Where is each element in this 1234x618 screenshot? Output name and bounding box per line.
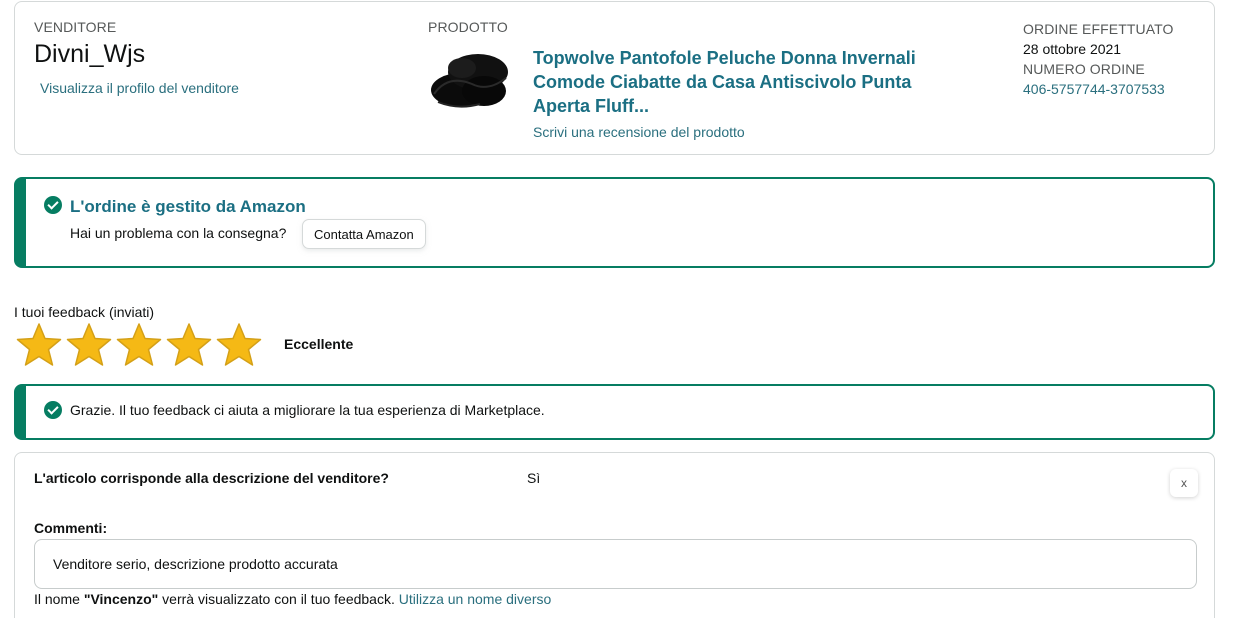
contact-amazon-button[interactable]: Contatta Amazon <box>302 219 426 249</box>
star-icon[interactable] <box>116 322 162 368</box>
write-review-link[interactable]: Scrivi una recensione del prodotto <box>533 124 745 140</box>
thanks-alert: Grazie. Il tuo feedback ci aiuta a migli… <box>14 384 1215 440</box>
fulfillment-alert: L'ordine è gestito da Amazon Hai un prob… <box>14 177 1215 268</box>
star-icon[interactable] <box>16 322 62 368</box>
display-name-suffix: verrà visualizzato con il tuo feedback. <box>158 591 399 607</box>
thanks-alert-text: Grazie. Il tuo feedback ci aiuta a migli… <box>70 402 545 418</box>
order-placed-date: 28 ottobre 2021 <box>1023 41 1122 57</box>
rating-label: Eccellente <box>284 336 354 352</box>
product-image[interactable] <box>428 44 510 116</box>
star-rating[interactable] <box>16 322 262 368</box>
order-summary-card: VENDITORE Divni_Wjs Visualizza il profil… <box>14 1 1215 155</box>
comments-field[interactable] <box>34 539 1197 589</box>
seller-section: VENDITORE Divni_Wjs <box>34 19 145 69</box>
feedback-details-card: L'articolo corrisponde alla descrizione … <box>14 452 1215 618</box>
check-circle-icon <box>44 401 62 419</box>
comments-label: Commenti: <box>34 520 108 536</box>
fulfillment-alert-title: L'ordine è gestito da Amazon <box>70 197 306 216</box>
use-different-name-link[interactable]: Utilizza un nome diverso <box>399 591 552 607</box>
display-name-note: Il nome "Vincenzo" verrà visualizzato co… <box>34 591 551 607</box>
star-icon[interactable] <box>166 322 212 368</box>
order-number-label: NUMERO ORDINE <box>1023 61 1145 77</box>
product-header: PRODOTTO <box>428 19 508 35</box>
description-match-question: L'articolo corrisponde alla descrizione … <box>34 470 389 486</box>
order-info-section: ORDINE EFFETTUATO 28 ottobre 2021 NUMERO… <box>1023 19 1174 99</box>
description-match-answer: Sì <box>527 470 541 486</box>
order-number-link[interactable]: 406-5757744-3707533 <box>1023 79 1174 99</box>
display-name-value: "Vincenzo" <box>83 591 159 607</box>
order-placed-label: ORDINE EFFETTUATO <box>1023 21 1174 37</box>
close-button[interactable]: x <box>1170 469 1198 497</box>
seller-profile-link[interactable]: Visualizza il profilo del venditore <box>40 80 239 96</box>
check-circle-icon <box>44 196 62 214</box>
product-header-section: PRODOTTO <box>428 19 508 35</box>
display-name-prefix: Il nome <box>34 591 84 607</box>
star-icon[interactable] <box>216 322 262 368</box>
delivery-problem-text: Hai un problema con la consegna? <box>70 225 287 241</box>
star-icon[interactable] <box>66 322 112 368</box>
seller-header: VENDITORE <box>34 19 117 35</box>
product-title-link[interactable]: Topwolve Pantofole Peluche Donna Inverna… <box>533 46 933 118</box>
seller-name: Divni_Wjs <box>34 40 146 68</box>
feedback-section-title: I tuoi feedback (inviati) <box>14 304 155 320</box>
